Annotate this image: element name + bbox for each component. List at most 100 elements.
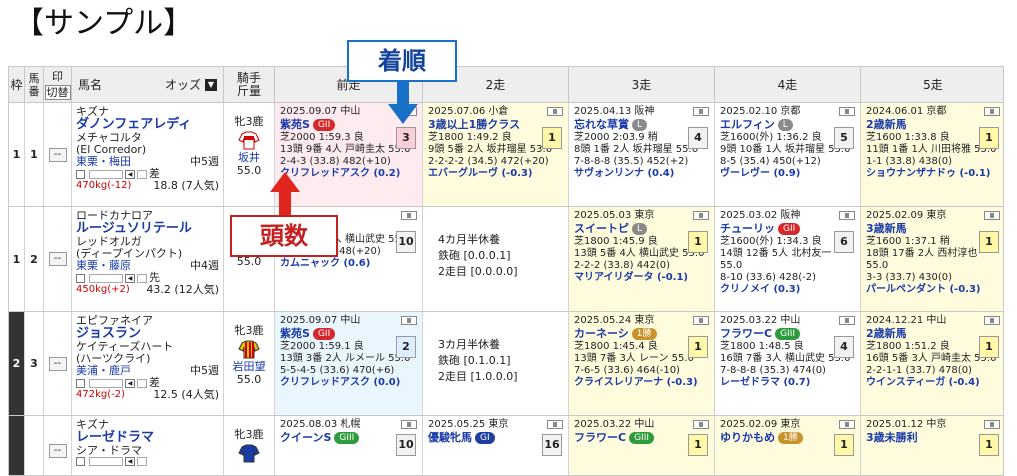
style-left-icon[interactable]: ◀ <box>125 457 135 466</box>
horse-weight: 450kg(+2) <box>76 284 130 295</box>
winner-link[interactable]: パールペンダント (-0.3) <box>866 284 1000 296</box>
mark-select-button[interactable]: -- <box>48 252 67 266</box>
race-cell[interactable]: 2025.05.03 東京 スイートピ L 1 芝1800 1:45.9 良 13… <box>569 207 715 311</box>
race-cell[interactable]: 2025.03.22 中山 フラワーC GIII 1 <box>569 416 715 475</box>
jockey-link[interactable]: 坂井 <box>224 151 274 164</box>
winner-link[interactable]: クリノメイ (0.3) <box>720 284 855 296</box>
sex-age: 牝3鹿 <box>234 428 264 441</box>
winner-link[interactable]: クリフレッドアスク (0.0) <box>280 377 417 389</box>
race-name-link[interactable]: 3歳新馬 <box>866 222 907 235</box>
mark-cell: -- <box>44 103 72 206</box>
video-icon[interactable] <box>984 211 1000 220</box>
finish-position: 1 <box>542 127 562 149</box>
style-checkbox[interactable] <box>76 273 85 283</box>
trainer-link[interactable]: 東栗・藤原 <box>76 260 131 272</box>
race-cell[interactable]: 2025.05.25 東京 優駿牝馬 GI 16 <box>423 416 569 475</box>
race-cell[interactable]: 2025.09.07 中山 紫苑S GII 2 芝2000 1:59.1 良 13… <box>275 312 423 415</box>
mark-select-button[interactable]: -- <box>48 356 67 371</box>
race-cell[interactable]: 2025.03.22 中山 フラワーC GIII 4 芝1800 1:48.5 良… <box>715 312 861 415</box>
style-left-icon[interactable]: ◀ <box>125 273 135 283</box>
video-icon[interactable] <box>693 316 709 325</box>
video-icon[interactable] <box>984 316 1000 325</box>
winner-link[interactable]: ヴーレヴー (0.9) <box>720 168 855 180</box>
race-date: 2025.07.06 小倉 <box>428 106 509 117</box>
style-checkbox[interactable] <box>76 378 85 388</box>
video-icon[interactable] <box>693 211 709 220</box>
video-icon[interactable] <box>839 211 855 220</box>
race-cell[interactable]: 2025.08.03 札幌 クイーンS GIII 10 <box>275 416 423 475</box>
race-cell[interactable]: 2025.02.10 京都 エルフィン L 5 芝1600(外) 1:36.2 良… <box>715 103 861 206</box>
race-name-link[interactable]: クイーンS <box>280 431 331 444</box>
race-cell[interactable]: 2024.06.01 京都 2歳新馬 1 芝1600 1:33.8 良 11頭 … <box>861 103 1003 206</box>
winner-link[interactable]: クリフレッドアスク (0.2) <box>280 168 417 180</box>
video-icon[interactable] <box>547 420 563 429</box>
winner-link[interactable]: ショウナンザナドゥ (-0.1) <box>866 168 1000 180</box>
race-cell[interactable]: 2025.02.09 東京 3歳新馬 1 芝1600 1:37.1 稍 18頭 … <box>861 207 1003 311</box>
video-icon[interactable] <box>839 107 855 116</box>
race-name-link[interactable]: 2歳新馬 <box>866 327 907 340</box>
horse-number: 1 <box>25 103 44 206</box>
race-name-link[interactable]: 忘れな草賞 <box>574 118 629 131</box>
passing-order: 7-8-8-8 (35.3) 474(0) <box>720 365 826 376</box>
jockey-link[interactable]: 岩田望 <box>224 360 274 373</box>
race-cell[interactable]: 2025.07.06 小倉 3歳以上1勝クラス 1 芝1800 1:49.2 良… <box>423 103 569 206</box>
style-bar <box>89 169 123 179</box>
video-icon[interactable] <box>693 107 709 116</box>
winner-link[interactable]: マリアイリダータ (-0.1) <box>574 272 709 284</box>
video-icon[interactable] <box>839 420 855 429</box>
video-icon[interactable] <box>401 316 417 325</box>
race-name-link[interactable]: フラワーC <box>574 431 626 444</box>
race-name-link[interactable]: カーネーシ <box>574 327 629 340</box>
race-cell[interactable]: 2025.05.24 東京 カーネーシ 1勝 1 芝1800 1:45.4 良 1… <box>569 312 715 415</box>
race-cell[interactable]: 2025.01.12 中京 3歳未勝利 1 <box>861 416 1003 475</box>
race-name-link[interactable]: チューリッ <box>720 222 775 235</box>
mark-select-button[interactable]: -- <box>48 443 67 458</box>
race-name-link[interactable]: 3歳以上1勝クラス <box>428 118 520 131</box>
rest-period: 中4週 <box>190 259 219 272</box>
winner-link[interactable]: ウインスティーガ (-0.4) <box>866 377 1000 389</box>
horse-number <box>25 416 44 475</box>
winner-link[interactable]: サヴォンリンナ (0.4) <box>574 168 709 180</box>
race-cell[interactable]: 2025.02.09 東京 ゆりかもめ 1勝 1 <box>715 416 861 475</box>
mark-select-button[interactable]: -- <box>48 147 67 162</box>
race-name-link[interactable]: スイートピ <box>574 222 629 235</box>
video-icon[interactable] <box>547 107 563 116</box>
style-left-icon[interactable]: ◀ <box>125 378 135 388</box>
race-cell[interactable]: 2025.03.02 阪神 チューリッ GII 6 芝1600(外) 1:34.3… <box>715 207 861 311</box>
video-icon[interactable] <box>984 107 1000 116</box>
horse-table: 枠 馬番 印 切替 馬名 オッズ ▼ 騎手 斤量 前走 2走 3走 4走 5走 11… <box>8 66 1004 476</box>
race-name-link[interactable]: 紫苑S <box>280 327 310 340</box>
race-date: 2025.03.22 中山 <box>720 315 801 326</box>
race-name-link[interactable]: 紫苑S <box>280 118 310 131</box>
style-left-icon[interactable]: ◀ <box>125 169 135 179</box>
race-name-link[interactable]: フラワーC <box>720 327 772 340</box>
horse-name-link[interactable]: レーゼドラマ <box>76 431 219 445</box>
race-name-link[interactable]: 優駿牝馬 <box>428 431 472 444</box>
race-cell[interactable]: 2025.04.13 阪神 忘れな草賞 L 4 芝2000 2:03.9 稍 8頭… <box>569 103 715 206</box>
trainer-link[interactable]: 美浦・鹿戸 <box>76 365 131 377</box>
style-checkbox[interactable] <box>76 169 85 179</box>
video-icon[interactable] <box>693 420 709 429</box>
race-cell[interactable]: 2024.12.21 中山 2歳新馬 1 芝1800 1:51.2 良 16頭 … <box>861 312 1003 415</box>
race-name-link[interactable]: 3歳未勝利 <box>866 431 918 444</box>
passing-order: 2-2-2 (33.8) 442(0) <box>574 260 670 271</box>
race-name-link[interactable]: ゆりかもめ <box>720 431 775 444</box>
video-icon[interactable] <box>984 420 1000 429</box>
winner-link[interactable]: エバーグルーヴ (-0.3) <box>428 168 563 180</box>
winner-link[interactable]: レーゼドラマ (0.7) <box>720 377 855 389</box>
video-icon[interactable] <box>401 211 417 220</box>
trainer-link[interactable]: 東栗・梅田 <box>76 156 131 168</box>
silk-icon <box>238 444 260 463</box>
cut-toggle-button[interactable]: 切替 <box>44 85 71 100</box>
style-checkbox[interactable] <box>76 457 85 466</box>
video-icon[interactable] <box>839 316 855 325</box>
odds-sort-button[interactable]: オッズ ▼ <box>165 78 217 92</box>
horse-name-link[interactable]: ルージュソリテール <box>76 222 219 236</box>
winner-link[interactable]: クライスレリアーナ (-0.3) <box>574 377 709 389</box>
winner-link[interactable]: カムニャック (0.6) <box>280 258 417 270</box>
horse-name-link[interactable]: ダノンフェアレディ <box>76 118 219 132</box>
race-name-link[interactable]: エルフィン <box>720 118 775 131</box>
video-icon[interactable] <box>401 420 417 429</box>
horse-name-link[interactable]: ジョスラン <box>76 327 219 341</box>
race-name-link[interactable]: 2歳新馬 <box>866 118 907 131</box>
